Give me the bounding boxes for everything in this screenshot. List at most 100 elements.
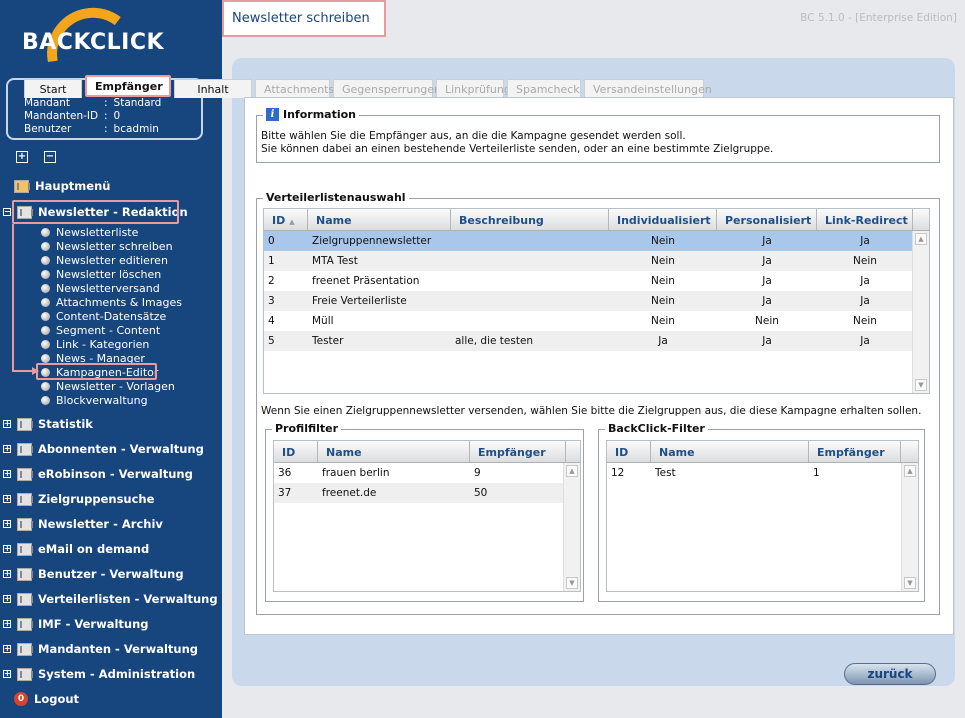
expand-all-icon[interactable]: + bbox=[16, 151, 28, 163]
vertical-scrollbar[interactable]: ▲ ▼ bbox=[901, 463, 918, 591]
nav-section[interactable]: + Verteilerlisten - Verwaltung bbox=[0, 588, 222, 610]
verteiler-grid[interactable]: ID ▲ Name Beschreibung Individualisiert Perso… bbox=[263, 208, 930, 394]
column-header[interactable]: Beschreibung bbox=[451, 209, 609, 230]
column-header[interactable]: ID ▲ bbox=[264, 209, 308, 230]
bullet-icon bbox=[41, 325, 50, 335]
sidebar-subitem[interactable]: Blockverwaltung bbox=[41, 393, 148, 407]
vertical-scrollbar[interactable]: ▲ ▼ bbox=[563, 463, 580, 591]
tab-4[interactable]: Gegensperrungen bbox=[333, 79, 441, 98]
wizard-tabs: Start Empfänger Inhalt Attachments Gegensper… bbox=[24, 75, 712, 98]
nav-section[interactable]: + Benutzer - Verwaltung bbox=[0, 563, 222, 585]
tab-5[interactable]: Linkprüfung bbox=[436, 79, 511, 98]
table-row[interactable]: 4 Müll Nein Nein Nein bbox=[264, 311, 921, 331]
expand-icon: + bbox=[3, 469, 11, 478]
grid-header: ID Name Empfänger bbox=[274, 441, 580, 463]
column-header[interactable]: Name bbox=[318, 441, 470, 462]
nav-section[interactable]: + IMF - Verwaltung bbox=[0, 613, 222, 635]
table-row[interactable]: 1 MTA Test Nein Ja Nein bbox=[264, 251, 921, 271]
information-fieldset: i Information Bitte wählen Sie die Empfän… bbox=[256, 108, 940, 163]
sidebar-subitem[interactable]: Newsletter - Vorlagen bbox=[41, 379, 175, 393]
table-cell: 37 bbox=[278, 487, 292, 499]
nav-section[interactable]: + eMail on demand bbox=[0, 538, 222, 560]
table-cell: 0 bbox=[268, 235, 275, 247]
column-header[interactable]: Empfänger bbox=[470, 441, 566, 462]
nav-section[interactable]: + Zielgruppensuche bbox=[0, 488, 222, 510]
nav-logout[interactable]: 0 Logout bbox=[14, 688, 236, 710]
scroll-down-icon[interactable]: ▼ bbox=[566, 577, 578, 589]
nav-section-label: eRobinson - Verwaltung bbox=[38, 467, 193, 481]
collapse-all-icon[interactable]: − bbox=[44, 151, 56, 163]
sidebar-subitem[interactable]: Newsletter schreiben bbox=[41, 239, 173, 253]
logout-icon: 0 bbox=[14, 692, 28, 706]
bullet-icon bbox=[41, 227, 50, 237]
table-row[interactable]: 36 frauen berlin 9 bbox=[274, 463, 574, 483]
table-cell: Ja bbox=[762, 255, 772, 267]
nav-section[interactable]: + Newsletter - Archiv bbox=[0, 513, 222, 535]
column-header[interactable]: Link-Redirect bbox=[817, 209, 913, 230]
sidebar-subitem[interactable]: Newsletter editieren bbox=[41, 253, 168, 267]
sidebar-subitem[interactable]: Newsletterliste bbox=[41, 225, 138, 239]
expand-icon: + bbox=[3, 519, 11, 528]
nav-section[interactable]: + Statistik bbox=[0, 413, 222, 435]
column-header[interactable]: Empfänger bbox=[809, 441, 901, 462]
nav-section[interactable]: + eRobinson - Verwaltung bbox=[0, 463, 222, 485]
sidebar-subitem-label: Link - Kategorien bbox=[56, 337, 150, 351]
tab-6[interactable]: Spamcheck bbox=[507, 79, 581, 98]
column-header[interactable]: Personalisiert bbox=[717, 209, 817, 230]
table-row[interactable]: 3 Freie Verteilerliste Nein Ja Ja bbox=[264, 291, 921, 311]
scroll-up-icon[interactable]: ▲ bbox=[915, 233, 927, 245]
sidebar-subitem[interactable]: Attachments & Images bbox=[41, 295, 182, 309]
vertical-scrollbar[interactable]: ▲ ▼ bbox=[912, 231, 929, 393]
scroll-down-icon[interactable]: ▼ bbox=[915, 379, 927, 391]
tab-1[interactable]: Empfänger bbox=[85, 75, 171, 97]
column-header[interactable]: Individualisiert bbox=[609, 209, 717, 230]
expand-icon: + bbox=[3, 494, 11, 503]
sidebar-subitem-label: Newsletter schreiben bbox=[56, 239, 173, 253]
column-header[interactable]: Name bbox=[651, 441, 809, 462]
scroll-up-icon[interactable]: ▲ bbox=[904, 465, 916, 477]
table-row[interactable]: 5 Tester alle, die testen Ja Ja Ja bbox=[264, 331, 921, 351]
tab-2[interactable]: Inhalt bbox=[174, 79, 252, 98]
column-header[interactable]: ID bbox=[274, 441, 318, 462]
sidebar-subitem[interactable]: Segment - Content bbox=[41, 323, 160, 337]
backclick-filter-grid[interactable]: ID Name Empfänger 12 Test 1 ▲ ▼ bbox=[606, 440, 919, 592]
folder-icon bbox=[17, 642, 33, 656]
scroll-up-icon[interactable]: ▲ bbox=[566, 465, 578, 477]
version-label: BC 5.1.0 - [Enterprise Edition] bbox=[800, 12, 957, 24]
nav-section[interactable]: + System - Administration bbox=[0, 663, 222, 685]
nav-hauptmenue[interactable]: Hauptmenü bbox=[14, 175, 236, 197]
bullet-icon bbox=[41, 381, 50, 391]
table-row[interactable]: 0 Zielgruppennewsletter Nein Ja Ja bbox=[264, 231, 921, 251]
table-cell: Test bbox=[655, 467, 676, 479]
sidebar-subitem[interactable]: Link - Kategorien bbox=[41, 337, 149, 351]
scroll-down-icon[interactable]: ▼ bbox=[904, 577, 916, 589]
sidebar-subitem[interactable]: Newsletterversand bbox=[41, 281, 160, 295]
column-header[interactable]: ID bbox=[607, 441, 651, 462]
nav-section[interactable]: + Abonnenten - Verwaltung bbox=[0, 438, 222, 460]
profilfilter-grid[interactable]: ID Name Empfänger 36 frauen berlin 9 37 freenet… bbox=[273, 440, 581, 592]
table-cell: 9 bbox=[474, 467, 481, 479]
table-cell: 4 bbox=[268, 315, 275, 327]
nav-section-label: Abonnenten - Verwaltung bbox=[38, 442, 204, 456]
table-cell: Nein bbox=[651, 275, 675, 287]
folder-icon bbox=[17, 567, 33, 581]
sidebar-subitem[interactable]: Content-Datensätze bbox=[41, 309, 166, 323]
nav-section-label: System - Administration bbox=[38, 667, 196, 681]
table-row[interactable]: 12 Test 1 bbox=[607, 463, 909, 483]
folder-icon bbox=[17, 442, 33, 456]
tab-7[interactable]: Versandeinstellungen bbox=[584, 79, 712, 98]
highlight-frame-kampagnen bbox=[36, 363, 157, 380]
info-label: Mandant bbox=[24, 97, 71, 109]
column-header[interactable]: Name bbox=[308, 209, 451, 230]
expand-icon: + bbox=[3, 569, 11, 578]
tab-3[interactable]: Attachments bbox=[255, 79, 334, 98]
nav-section-label: Verteilerlisten - Verwaltung bbox=[38, 592, 218, 606]
nav-section[interactable]: + Mandanten - Verwaltung bbox=[0, 638, 222, 660]
table-row[interactable]: 37 freenet.de 50 bbox=[274, 483, 574, 503]
table-row[interactable]: 2 freenet Präsentation Nein Ja Ja bbox=[264, 271, 921, 291]
expand-icon: + bbox=[3, 669, 11, 678]
sidebar-subitem[interactable]: Newsletter löschen bbox=[41, 267, 161, 281]
back-button[interactable]: zurück bbox=[844, 663, 936, 685]
tab-0[interactable]: Start bbox=[24, 79, 82, 98]
nav-section-label: Mandanten - Verwaltung bbox=[38, 642, 199, 656]
